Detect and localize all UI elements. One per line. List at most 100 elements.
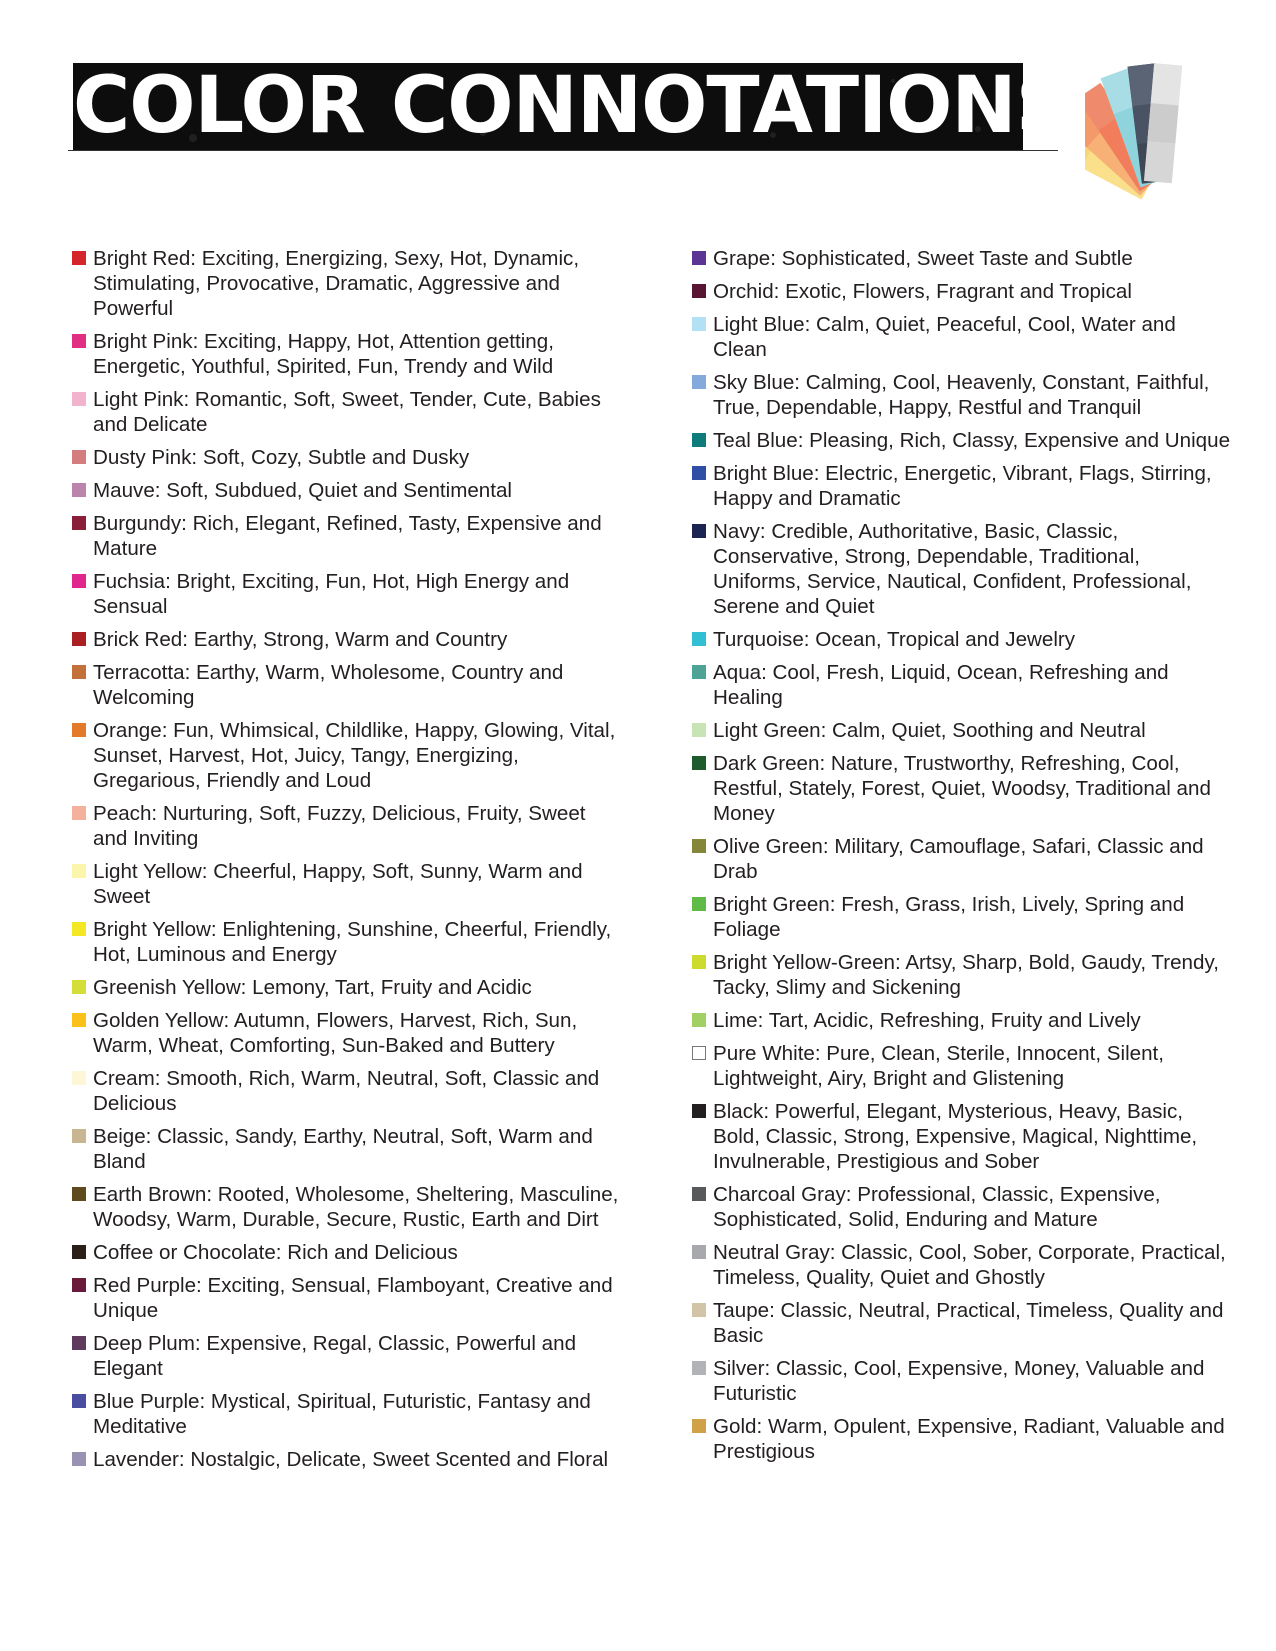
color-swatch-fan-icon [1085, 63, 1183, 200]
color-swatch [692, 284, 706, 298]
color-swatch [72, 1394, 86, 1408]
color-description: Orchid: Exotic, Flowers, Fragrant and Tr… [713, 280, 1132, 303]
color-description: Turquoise: Ocean, Tropical and Jewelry [713, 628, 1076, 651]
color-entry: Light Green: Calm, Quiet, Soothing and N… [692, 718, 1232, 743]
page-title: COLOR CONNOTATIONS [73, 63, 1023, 150]
page-header: COLOR CONNOTATIONS [0, 0, 1276, 220]
color-entry: Light Blue: Calm, Quiet, Peaceful, Cool,… [692, 312, 1232, 362]
color-swatch [692, 1419, 706, 1433]
color-entry: Olive Green: Military, Camouflage, Safar… [692, 834, 1232, 884]
color-entry: Red Purple: Exciting, Sensual, Flamboyan… [72, 1273, 622, 1323]
color-description: Light Pink: Romantic, Soft, Sweet, Tende… [93, 388, 601, 436]
color-entry: Gold: Warm, Opulent, Expensive, Radiant,… [692, 1414, 1232, 1464]
color-entry: Charcoal Gray: Professional, Classic, Ex… [692, 1182, 1232, 1232]
color-swatch [72, 922, 86, 936]
color-swatch [692, 1046, 706, 1060]
color-description: Lavender: Nostalgic, Delicate, Sweet Sce… [93, 1448, 609, 1471]
color-entry: Lime: Tart, Acidic, Refreshing, Fruity a… [692, 1008, 1232, 1033]
color-swatch [72, 665, 86, 679]
color-swatch [72, 723, 86, 737]
color-swatch [692, 723, 706, 737]
color-description: Charcoal Gray: Professional, Classic, Ex… [713, 1183, 1161, 1231]
color-entry: Dark Green: Nature, Trustworthy, Refresh… [692, 751, 1232, 826]
color-swatch [692, 1361, 706, 1375]
color-swatch [692, 251, 706, 265]
color-description: Bright Red: Exciting, Energizing, Sexy, … [93, 247, 580, 320]
color-description: Mauve: Soft, Subdued, Quiet and Sentimen… [93, 479, 513, 502]
color-swatch [692, 1303, 706, 1317]
color-description: Lime: Tart, Acidic, Refreshing, Fruity a… [713, 1009, 1141, 1032]
color-description: Greenish Yellow: Lemony, Tart, Fruity an… [93, 976, 532, 999]
color-description: Light Blue: Calm, Quiet, Peaceful, Cool,… [713, 313, 1176, 361]
color-entry: Earth Brown: Rooted, Wholesome, Shelteri… [72, 1182, 622, 1232]
color-entry: Orange: Fun, Whimsical, Childlike, Happy… [72, 718, 622, 793]
color-swatch [72, 334, 86, 348]
color-description: Bright Pink: Exciting, Happy, Hot, Atten… [93, 330, 554, 378]
color-swatch [72, 483, 86, 497]
color-entry: Teal Blue: Pleasing, Rich, Classy, Expen… [692, 428, 1232, 453]
color-swatch [692, 665, 706, 679]
color-swatch [692, 1013, 706, 1027]
color-description: Bright Yellow: Enlightening, Sunshine, C… [93, 918, 612, 966]
color-swatch [72, 1071, 86, 1085]
color-entry: Aqua: Cool, Fresh, Liquid, Ocean, Refres… [692, 660, 1232, 710]
color-swatch [692, 524, 706, 538]
color-description: Teal Blue: Pleasing, Rich, Classy, Expen… [713, 429, 1231, 452]
color-description: Terracotta: Earthy, Warm, Wholesome, Cou… [93, 661, 564, 709]
color-entry: Taupe: Classic, Neutral, Practical, Time… [692, 1298, 1232, 1348]
color-swatch [72, 1278, 86, 1292]
color-swatch [692, 1187, 706, 1201]
color-swatch [72, 1452, 86, 1466]
color-entry: Bright Red: Exciting, Energizing, Sexy, … [72, 246, 622, 321]
color-swatch [692, 433, 706, 447]
color-entry: Dusty Pink: Soft, Cozy, Subtle and Dusky [72, 445, 622, 470]
color-swatch [692, 375, 706, 389]
color-entry: Bright Green: Fresh, Grass, Irish, Livel… [692, 892, 1232, 942]
color-entry: Fuchsia: Bright, Exciting, Fun, Hot, Hig… [72, 569, 622, 619]
color-swatch [72, 806, 86, 820]
color-swatch [692, 466, 706, 480]
color-swatch [72, 1129, 86, 1143]
color-swatch [72, 980, 86, 994]
color-entry: Orchid: Exotic, Flowers, Fragrant and Tr… [692, 279, 1232, 304]
color-swatch [692, 839, 706, 853]
color-description: Pure White: Pure, Clean, Sterile, Innoce… [713, 1042, 1165, 1090]
color-description: Deep Plum: Expensive, Regal, Classic, Po… [93, 1332, 577, 1380]
color-description: Silver: Classic, Cool, Expensive, Money,… [713, 1357, 1205, 1405]
color-entry: Peach: Nurturing, Soft, Fuzzy, Delicious… [72, 801, 622, 851]
color-description: Bright Yellow-Green: Artsy, Sharp, Bold,… [713, 951, 1219, 999]
title-banner: COLOR CONNOTATIONS [73, 63, 1023, 150]
color-description: Peach: Nurturing, Soft, Fuzzy, Delicious… [93, 802, 586, 850]
color-description: Dusty Pink: Soft, Cozy, Subtle and Dusky [93, 446, 470, 469]
color-swatch [72, 574, 86, 588]
color-entry: Mauve: Soft, Subdued, Quiet and Sentimen… [72, 478, 622, 503]
color-swatch [72, 1187, 86, 1201]
color-description: Burgundy: Rich, Elegant, Refined, Tasty,… [93, 512, 602, 560]
color-entry: Light Pink: Romantic, Soft, Sweet, Tende… [72, 387, 622, 437]
color-swatch [72, 1013, 86, 1027]
color-description: Navy: Credible, Authoritative, Basic, Cl… [713, 520, 1192, 618]
color-swatch [692, 1245, 706, 1259]
color-entry: Sky Blue: Calming, Cool, Heavenly, Const… [692, 370, 1232, 420]
color-swatch [72, 1245, 86, 1259]
title-underline [68, 150, 1058, 151]
color-description: Neutral Gray: Classic, Cool, Sober, Corp… [713, 1241, 1226, 1289]
color-description: Taupe: Classic, Neutral, Practical, Time… [713, 1299, 1224, 1347]
color-description: Earth Brown: Rooted, Wholesome, Shelteri… [93, 1183, 619, 1231]
color-entry: Turquoise: Ocean, Tropical and Jewelry [692, 627, 1232, 652]
color-swatch [72, 1336, 86, 1350]
color-description: Sky Blue: Calming, Cool, Heavenly, Const… [713, 371, 1210, 419]
color-entry: Brick Red: Earthy, Strong, Warm and Coun… [72, 627, 622, 652]
color-swatch [72, 516, 86, 530]
color-entry: Lavender: Nostalgic, Delicate, Sweet Sce… [72, 1447, 622, 1472]
right-color-list: Grape: Sophisticated, Sweet Taste and Su… [692, 246, 1232, 1472]
color-entry: Golden Yellow: Autumn, Flowers, Harvest,… [72, 1008, 622, 1058]
color-description: Fuchsia: Bright, Exciting, Fun, Hot, Hig… [93, 570, 570, 618]
color-swatch [692, 632, 706, 646]
color-entry: Coffee or Chocolate: Rich and Delicious [72, 1240, 622, 1265]
left-color-list: Bright Red: Exciting, Energizing, Sexy, … [72, 246, 622, 1480]
color-swatch [692, 1104, 706, 1118]
color-description: Aqua: Cool, Fresh, Liquid, Ocean, Refres… [713, 661, 1169, 709]
color-description: Cream: Smooth, Rich, Warm, Neutral, Soft… [93, 1067, 600, 1115]
color-entry: Neutral Gray: Classic, Cool, Sober, Corp… [692, 1240, 1232, 1290]
